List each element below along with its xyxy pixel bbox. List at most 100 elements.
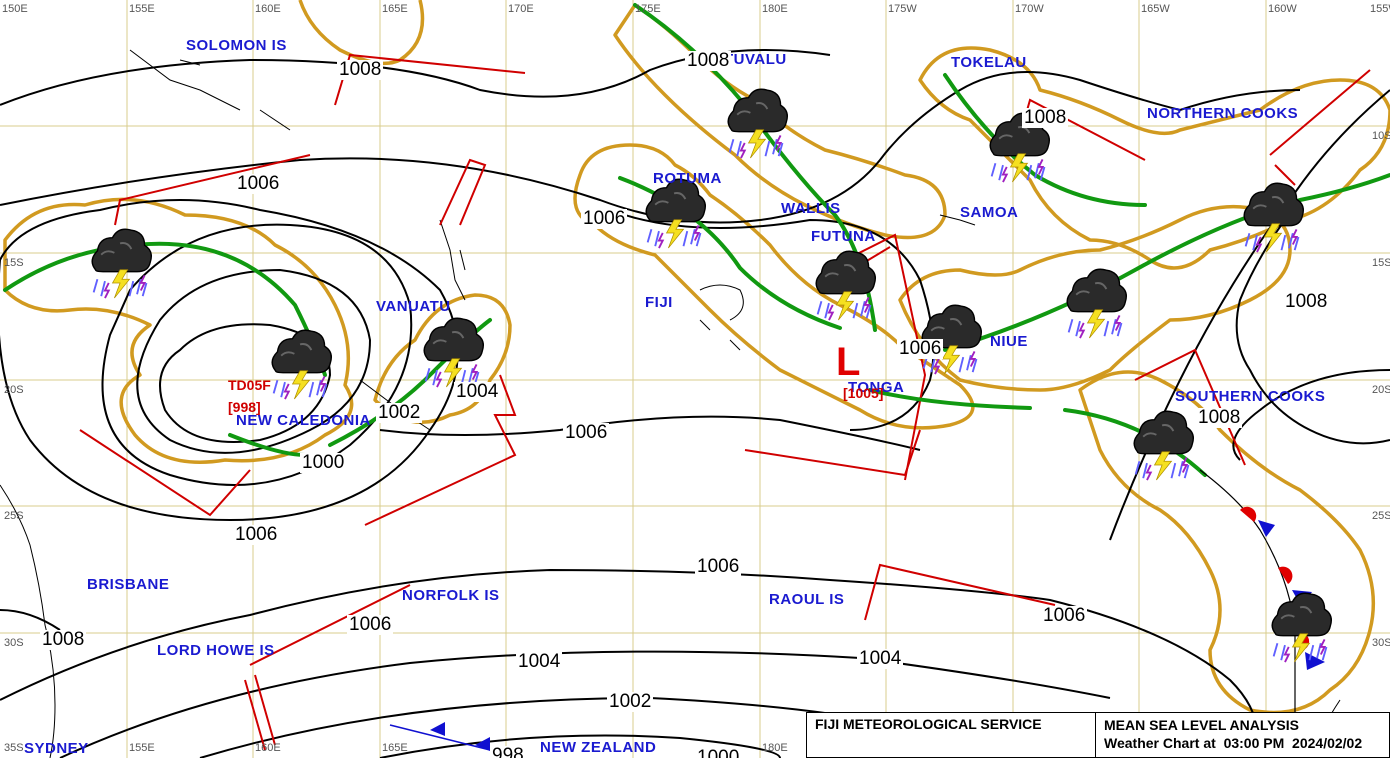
chart-date: 2024/02/02 xyxy=(1292,735,1363,751)
place-samoa: SAMOA xyxy=(960,204,1019,221)
isobar-label: 1004 xyxy=(454,381,501,402)
lat-label: 25S xyxy=(1372,510,1390,522)
isobar-label: 1006 xyxy=(1041,605,1088,626)
isobar-label: 1006 xyxy=(897,338,944,359)
lon-label: 150E xyxy=(2,3,28,15)
lon-label: 155W xyxy=(1370,3,1390,15)
isobar-label: 1008 xyxy=(1196,407,1243,428)
lat-label: 15S xyxy=(4,257,24,269)
thunderstorm-icon xyxy=(1243,182,1304,253)
low-pressure-symbol: L xyxy=(836,340,861,384)
place-lord-howe-is: LORD HOWE IS xyxy=(157,642,275,659)
product-name: MEAN SEA LEVEL ANALYSIS xyxy=(1104,717,1300,733)
isobar-label: 1002 xyxy=(607,691,654,712)
thunderstorm-icon xyxy=(645,178,706,249)
lat-label: 15S xyxy=(1372,257,1390,269)
lat-label: 20S xyxy=(1372,384,1390,396)
thunderstorm-icon xyxy=(91,228,152,299)
place-new-zealand: NEW ZEALAND xyxy=(540,739,657,756)
lon-label: 175E xyxy=(635,3,661,15)
cold-front-triangle xyxy=(475,737,490,751)
chart-time: 03:00 PM xyxy=(1223,735,1285,751)
warm-front-semicircle xyxy=(1240,506,1257,522)
chart-timestamp: Weather Chart at 03:00 PM 2024/02/02 xyxy=(1104,734,1381,752)
vanuatu-islands xyxy=(439,219,466,301)
td05f-pressure: [998] xyxy=(228,399,261,415)
trough-tonga-south xyxy=(744,429,921,477)
chart-time-label: Weather Chart at xyxy=(1104,735,1216,751)
place-wallis: WALLIS xyxy=(781,200,841,217)
thunderstorm-icon xyxy=(1133,410,1194,481)
isobar-label: 1008 xyxy=(337,59,384,80)
lat-label: 20S xyxy=(4,384,24,396)
lon-label: 165E xyxy=(382,742,408,754)
isobar-1008-southwest xyxy=(0,609,61,631)
lat-label: 10S xyxy=(1372,130,1390,142)
lon-label: 160E xyxy=(255,742,281,754)
isobar-label: 1004 xyxy=(516,651,563,672)
lon-label: 160E xyxy=(255,3,281,15)
place-rotuma: ROTUMA xyxy=(653,170,722,187)
thunderstorm-icon xyxy=(815,250,876,321)
lat-label: 30S xyxy=(1372,637,1390,649)
agency-name: FIJI METEOROLOGICAL SERVICE xyxy=(807,713,1096,757)
place-sydney: SYDNEY xyxy=(24,740,89,757)
isobar-label: 998 xyxy=(490,746,526,758)
trough-ncooks xyxy=(1269,69,1371,186)
low-pressure-value: [1005] xyxy=(843,385,884,401)
place-tokelau: TOKELAU xyxy=(951,54,1027,71)
chart-title-box: FIJI METEOROLOGICAL SERVICE MEAN SEA LEV… xyxy=(806,712,1390,758)
lon-label: 165W xyxy=(1141,3,1170,15)
trough-raoul xyxy=(864,563,1056,621)
isobar-label: 1004 xyxy=(857,648,904,669)
isobar-1006-middle xyxy=(379,415,921,451)
lon-label: 170E xyxy=(508,3,534,15)
place-futuna: FUTUNA xyxy=(811,228,876,245)
lon-label: 175W xyxy=(888,3,917,15)
lon-label: 155E xyxy=(129,742,155,754)
place-northern-cooks: NORTHERN COOKS xyxy=(1147,105,1299,122)
isobar-label: 1006 xyxy=(695,556,742,577)
warm-front-semicircle xyxy=(1278,566,1293,584)
cold-front-triangle xyxy=(1258,520,1275,537)
cold-front-triangle xyxy=(430,722,445,736)
place-fiji: FIJI xyxy=(645,294,673,311)
fiji-islands xyxy=(699,284,744,351)
isobar-label: 1008 xyxy=(1283,291,1330,312)
isobar-td-outer xyxy=(0,199,459,522)
thunderstorm-icon xyxy=(727,88,788,159)
isobar-label: 1006 xyxy=(563,422,610,443)
lon-label: 180E xyxy=(762,742,788,754)
isobar-label: 1006 xyxy=(581,208,628,229)
place-raoul-is: RAOUL IS xyxy=(769,591,845,608)
weather-map: SOLOMON IS TUVALU TOKELAU NORTHERN COOKS… xyxy=(0,0,1390,758)
isobar-label: 1000 xyxy=(695,748,742,758)
isobar-label: 1008 xyxy=(1022,107,1069,128)
lat-label: 35S xyxy=(4,742,24,754)
thunderstorm-icon xyxy=(1066,268,1127,339)
lon-label: 160W xyxy=(1268,3,1297,15)
thunderstorm-icon xyxy=(271,329,332,400)
lon-label: 170W xyxy=(1015,3,1044,15)
isobar-label: 1006 xyxy=(233,524,280,545)
isobar-label: 1002 xyxy=(376,402,423,423)
isobar-label: 1008 xyxy=(685,50,732,71)
place-brisbane: BRISBANE xyxy=(87,576,170,593)
place-tuvalu: TUVALU xyxy=(724,51,787,68)
place-southern-cooks: SOUTHERN COOKS xyxy=(1175,388,1326,405)
td05f-name: TD05F xyxy=(228,377,271,393)
thunderstorm-icon xyxy=(1271,592,1332,663)
isobar-label: 1006 xyxy=(235,173,282,194)
chart-product: MEAN SEA LEVEL ANALYSIS Weather Chart at… xyxy=(1096,713,1389,757)
lon-label: 155E xyxy=(129,3,155,15)
place-vanuatu: VANUATU xyxy=(376,298,451,315)
isobar-label: 1008 xyxy=(40,629,87,650)
place-niue: NIUE xyxy=(990,333,1028,350)
place-norfolk-is: NORFOLK IS xyxy=(402,587,500,604)
lon-label: 180E xyxy=(762,3,788,15)
lon-label: 165E xyxy=(382,3,408,15)
isobar-label: 1000 xyxy=(300,452,347,473)
lat-label: 30S xyxy=(4,637,24,649)
lat-label: 25S xyxy=(4,510,24,522)
place-solomon-is: SOLOMON IS xyxy=(186,37,287,54)
